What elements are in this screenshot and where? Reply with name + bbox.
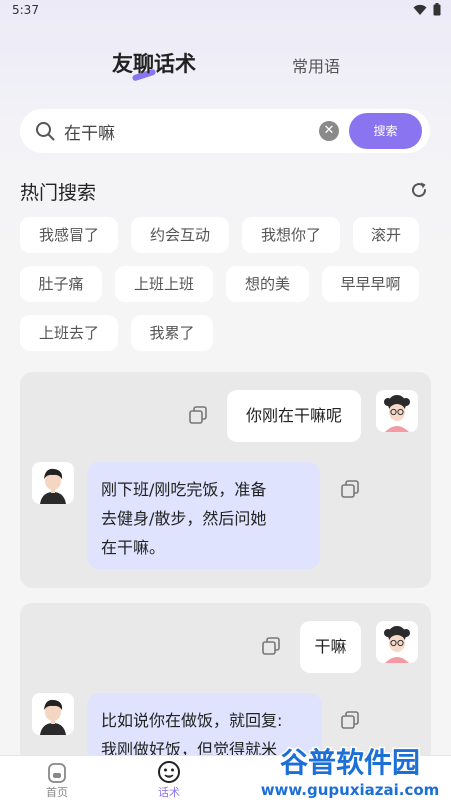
hot-tag[interactable]: 约会互动 [131, 217, 229, 253]
status-time: 5:37 [12, 3, 39, 17]
hot-tag[interactable]: 上班上班 [115, 266, 213, 302]
status-bar: 5:37 [0, 0, 451, 22]
svg-text:谷普软件园: 谷普软件园 [280, 746, 420, 779]
hot-tag[interactable]: 想的美 [226, 266, 309, 302]
hot-tag[interactable]: 我感冒了 [20, 217, 118, 253]
copy-icon[interactable] [261, 636, 281, 656]
clear-icon[interactable]: ✕ [319, 121, 339, 141]
answer-line: 在干嘛。 [101, 538, 166, 557]
copy-icon[interactable] [340, 710, 360, 730]
hot-tag[interactable]: 我累了 [131, 315, 213, 351]
copy-icon[interactable] [188, 405, 208, 425]
female-avatar [376, 621, 418, 663]
home-icon [48, 763, 66, 783]
hot-tag[interactable]: 肚子痛 [20, 266, 102, 302]
nav-item-home[interactable]: 首页 [27, 760, 87, 803]
nav-label-home: 首页 [46, 786, 68, 799]
female-avatar [376, 390, 418, 432]
male-avatar [32, 693, 74, 735]
tab-youliao-huashu[interactable]: 友聊话术 [112, 48, 196, 78]
answer-line: 比如说你在做饭，就回复: [101, 711, 283, 730]
search-button[interactable]: 搜索 [349, 113, 422, 149]
male-avatar [32, 462, 74, 504]
female-avatar-image [376, 390, 418, 432]
hot-tag[interactable]: 滚开 [353, 217, 419, 253]
search-icon [36, 122, 55, 141]
battery-icon [433, 3, 441, 16]
watermark-logo: 谷普软件园 www.gupuxiazai.com [248, 742, 451, 803]
male-avatar-image [32, 693, 74, 735]
nav-label-huashu: 话术 [158, 786, 180, 799]
hot-tag[interactable]: 上班去了 [20, 315, 118, 351]
svg-text:www.gupuxiazai.com: www.gupuxiazai.com [261, 781, 440, 799]
watermark-image: 谷普软件园 www.gupuxiazai.com [259, 745, 441, 801]
tab-changyongyu[interactable]: 常用语 [292, 53, 340, 77]
answer-line: 刚下班/刚吃完饭，准备 [101, 480, 267, 499]
search-bar: ✕ 搜索 [20, 109, 430, 153]
refresh-icon[interactable] [409, 180, 429, 200]
question-bubble: 你刚在干嘛呢 [227, 390, 361, 442]
answer-bubble: 刚下班/刚吃完饭，准备 去健身/散步，然后问她 在干嘛。 [87, 462, 320, 569]
script-card: 你刚在干嘛呢 刚下班/刚吃完饭，准备 去健身/散步，然后问她 在干嘛。 [20, 372, 431, 588]
wifi-icon [413, 4, 427, 15]
top-tabs: 友聊话术 常用语 [0, 48, 451, 84]
male-avatar-image [32, 462, 74, 504]
female-avatar-image [376, 621, 418, 663]
script-card: 干嘛 比如说你在做饭，就回复: 我刚做好饭，但觉得就米 [20, 603, 431, 763]
copy-icon[interactable] [340, 479, 360, 499]
answer-line: 去健身/散步，然后问她 [101, 509, 267, 528]
hot-tag[interactable]: 早早早啊 [322, 266, 419, 302]
hot-tag[interactable]: 我想你了 [242, 217, 340, 253]
nav-item-huashu[interactable]: 话术 [139, 760, 199, 803]
question-bubble: 干嘛 [300, 621, 361, 673]
hot-search-title: 热门搜索 [20, 182, 97, 204]
chat-smile-icon [158, 761, 180, 783]
search-input[interactable] [64, 119, 314, 143]
